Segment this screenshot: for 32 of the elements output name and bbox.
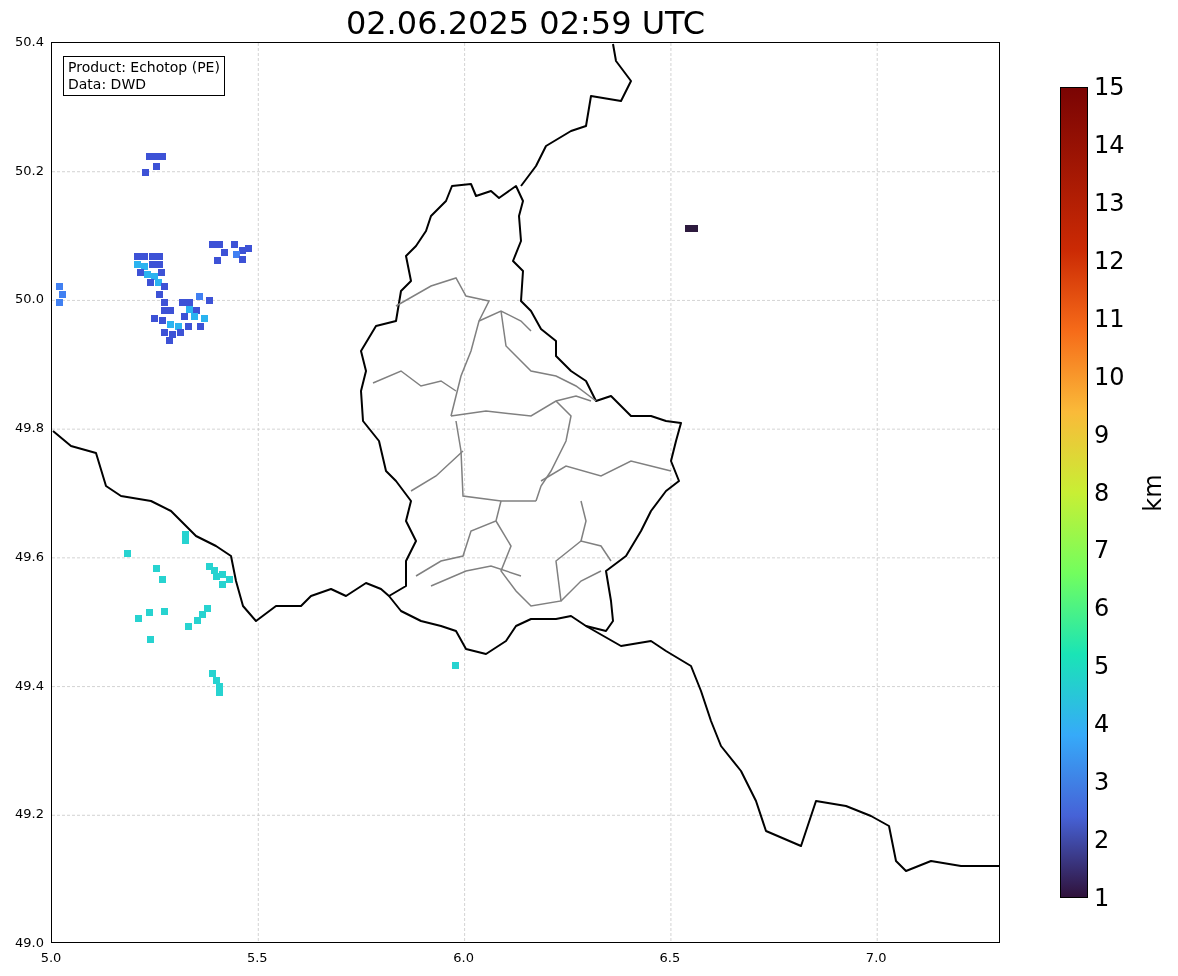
y-axis-label: 49.8 xyxy=(15,420,44,437)
y-axis-label: 49.2 xyxy=(15,806,44,823)
x-axis-label: 5.5 xyxy=(246,950,268,966)
x-axis-label: 6.0 xyxy=(453,950,474,966)
colorbar-tick-label: 2 xyxy=(1094,826,1110,855)
colorbar-tick-label: 11 xyxy=(1094,304,1125,333)
colorbar-tick-label: 8 xyxy=(1094,478,1110,507)
y-axis-label: 49.4 xyxy=(15,677,44,694)
y-axis-label: 50.2 xyxy=(15,162,44,179)
info-text: Data: DWD xyxy=(68,76,147,93)
colorbar-tick-label: 1 xyxy=(1094,884,1110,912)
info-text: Product: Echotop (PE) xyxy=(68,59,220,76)
y-axis-label: 50.0 xyxy=(15,291,44,308)
colorbar-tick-label: 12 xyxy=(1094,246,1125,275)
colorbar-tick-label: 14 xyxy=(1094,130,1125,159)
colorbar-tick-label: 10 xyxy=(1094,362,1125,391)
colorbar-tick-label: 15 xyxy=(1094,73,1125,101)
colorbar-tick-label: 7 xyxy=(1094,536,1110,565)
colorbar-tick-label: 5 xyxy=(1094,652,1110,681)
y-axis-label: 50.4 xyxy=(15,34,44,50)
colorbar-tick-label: 6 xyxy=(1094,594,1110,623)
y-axis-label: 49.0 xyxy=(15,935,44,951)
x-axis-label: 5.0 xyxy=(40,950,62,966)
x-axis-label: 7.0 xyxy=(865,950,887,966)
chart-title: 02.06.2025 02:59 UTC xyxy=(344,3,707,42)
x-axis-label: 6.5 xyxy=(659,950,681,966)
colorbar-label: km xyxy=(1139,473,1167,512)
colorbar-tick-label: 13 xyxy=(1094,188,1125,217)
colorbar-tick-label: 3 xyxy=(1094,768,1110,797)
y-axis-label: 49.6 xyxy=(15,548,44,565)
colorbar-tick-label: 4 xyxy=(1094,710,1110,739)
colorbar-tick-label: 9 xyxy=(1094,420,1110,449)
